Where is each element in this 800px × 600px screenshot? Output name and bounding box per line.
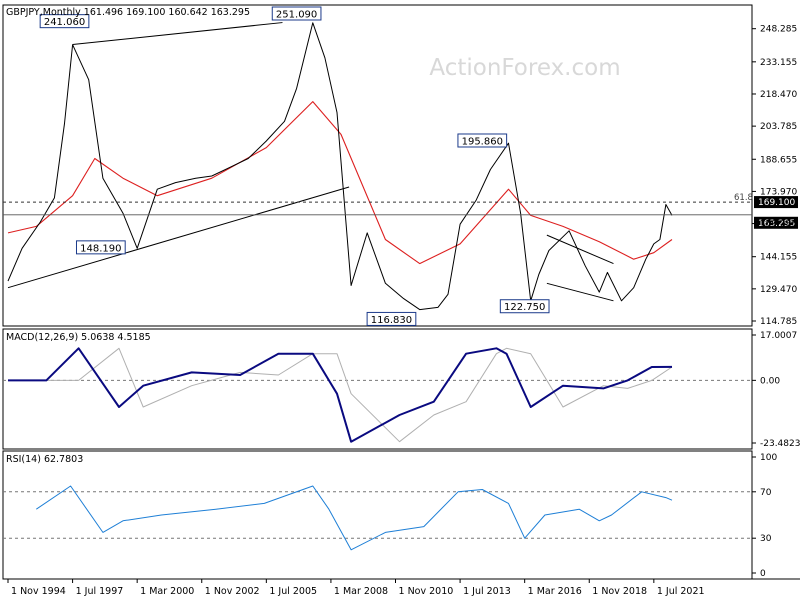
watermark-text: ActionForex.com xyxy=(429,55,620,81)
channel-lower-trendline xyxy=(546,282,614,302)
swing-high-2007-label: 251.090 xyxy=(276,10,317,21)
swing-low-2011-label: 116.830 xyxy=(371,315,412,326)
macd-signal-line xyxy=(46,347,673,443)
x-tick-label: 1 Mar 2008 xyxy=(334,586,388,597)
price-y-tick-label: 218.470 xyxy=(760,90,797,100)
rsi-y-tick-label: 100 xyxy=(760,453,777,463)
x-tick-label: 1 Jul 2021 xyxy=(657,586,705,597)
price-y-tick-label: 114.785 xyxy=(760,317,797,327)
x-tick-label: 1 Nov 1994 xyxy=(11,586,66,597)
swing-low-2000-label: 148.190 xyxy=(80,243,121,254)
price-y-tick-label: 159.285 xyxy=(760,220,797,230)
macd-y-tick-label: -23.4823 xyxy=(760,439,800,449)
macd-y-tick-label: 0.00 xyxy=(760,376,780,386)
price-y-tick-label: 188.655 xyxy=(760,155,797,165)
rsi-y-tick-label: 70 xyxy=(760,488,772,498)
panel-frame-price xyxy=(2,4,753,327)
swing-high-1997-label: 241.060 xyxy=(44,17,85,28)
resistance-trendline xyxy=(72,22,283,46)
price-y-tick-label: 129.470 xyxy=(760,285,797,295)
rsi-panel-title: RSI(14) 62.7803 xyxy=(6,454,83,465)
rsi-line xyxy=(36,485,673,551)
fib-level-label: 61.8 xyxy=(734,193,753,203)
panel-frame-macd xyxy=(2,328,753,450)
gbpjpy-monthly-chart: ActionForex.com 61.8 169.100163.295241.06… xyxy=(2,4,800,597)
x-tick-label: 1 Nov 2018 xyxy=(592,586,647,597)
x-tick-label: 1 Jul 1997 xyxy=(76,586,124,597)
swing-high-2015-label: 195.860 xyxy=(462,136,503,147)
high-price-label: 169.100 xyxy=(758,198,795,208)
rsi-y-tick-label: 0 xyxy=(760,569,766,579)
price-y-tick-label: 233.155 xyxy=(760,58,797,68)
price-y-tick-label: 144.155 xyxy=(760,253,797,263)
channel-upper-trendline xyxy=(546,234,614,265)
x-tick-label: 1 Jul 2013 xyxy=(463,586,511,597)
macd-panel-title: MACD(12,26,9) 5.0638 4.5185 xyxy=(6,332,151,343)
x-tick-label: 1 Mar 2000 xyxy=(140,586,194,597)
x-tick-label: 1 Mar 2016 xyxy=(528,586,582,597)
x-tick-label: 1 Nov 2010 xyxy=(399,586,454,597)
price-y-tick-label: 203.785 xyxy=(760,122,797,132)
moving-average-line xyxy=(7,101,673,265)
price-y-tick-label: 248.285 xyxy=(760,25,797,35)
x-tick-label: 1 Jul 2005 xyxy=(269,586,317,597)
panel-frame-rsi xyxy=(2,450,753,580)
price-panel-title: GBPJPY,Monthly 161.496 169.100 160.642 1… xyxy=(6,7,250,18)
macd-y-tick-label: 17.0007 xyxy=(760,331,797,341)
rsi-y-tick-label: 30 xyxy=(760,534,772,544)
x-tick-label: 1 Nov 2002 xyxy=(205,586,260,597)
price-y-tick-label: 173.970 xyxy=(760,187,797,197)
swing-low-2016-label: 122.750 xyxy=(504,302,545,313)
